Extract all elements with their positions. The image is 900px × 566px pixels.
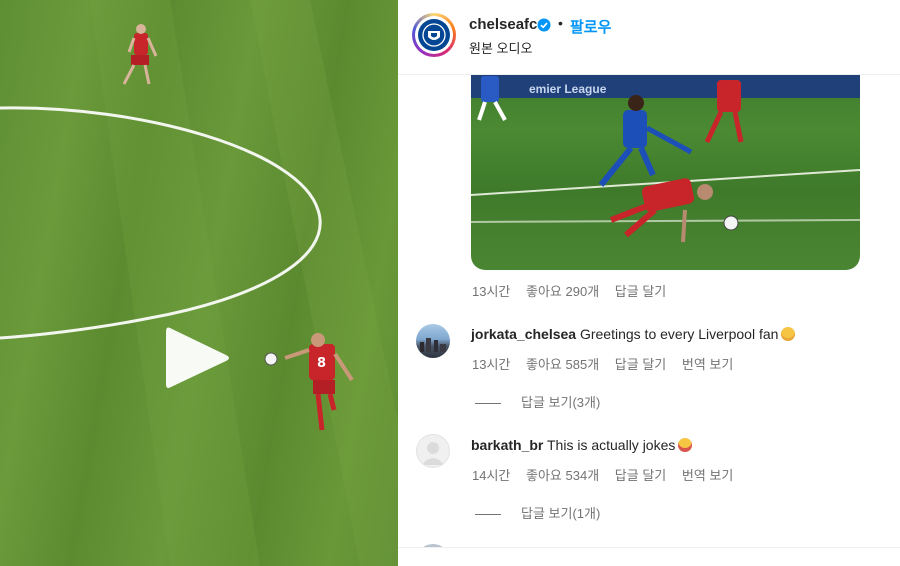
comment-1-username[interactable]: jorkata_chelsea — [471, 326, 576, 342]
football — [264, 352, 278, 366]
comments-bottom-divider — [398, 547, 900, 566]
caption-likes[interactable]: 좋아요 290개 — [526, 284, 599, 299]
verified-badge-icon — [537, 18, 551, 32]
caption-reply-button[interactable]: 답글 달기 — [615, 284, 666, 299]
player-shirt-number: 8 — [317, 356, 326, 371]
comment-1-meta: 13시간 좋아요 585개 답글 달기 번역 보기 — [472, 354, 745, 373]
comment-avatar-barkath[interactable] — [416, 434, 450, 468]
reel-video-player[interactable]: 8 — [0, 0, 398, 566]
author-username[interactable]: chelseafc — [469, 16, 537, 33]
comment-avatar-jorkata[interactable] — [416, 324, 450, 358]
default-avatar-icon — [422, 442, 444, 465]
comment-1-view-replies-label: 답글 보기(3개) — [521, 395, 601, 410]
smiling-face-icon — [781, 327, 796, 341]
match-scene-graphic — [471, 76, 860, 243]
replies-divider — [475, 514, 501, 516]
chelsea-crest-icon — [418, 19, 450, 51]
comment-1: jorkata_chelsea Greetings to every Liver… — [471, 326, 796, 342]
comment-2-view-replies[interactable]: 답글 보기(1개) — [475, 503, 600, 522]
laughing-face-icon — [678, 438, 693, 452]
comment-2-view-replies-label: 답글 보기(1개) — [521, 506, 601, 521]
comment-1-view-replies[interactable]: 답글 보기(3개) — [475, 392, 600, 411]
comment-1-likes[interactable]: 좋아요 585개 — [526, 357, 599, 372]
follow-button[interactable]: 팔로우 — [570, 16, 611, 37]
caption-meta: 13시간 좋아요 290개 답글 달기 — [472, 281, 678, 300]
comment-1-translate-button[interactable]: 번역 보기 — [682, 357, 733, 372]
comment-2-time[interactable]: 14시간 — [472, 468, 510, 483]
comment-2-text: This is actually jokes — [547, 437, 676, 453]
comment-1-time[interactable]: 13시간 — [472, 357, 510, 372]
play-icon — [166, 327, 229, 388]
comment-2-likes[interactable]: 좋아요 534개 — [526, 468, 599, 483]
play-button[interactable] — [162, 322, 232, 394]
comment-1-reply-button[interactable]: 답글 달기 — [615, 357, 666, 372]
pitch-graphic: 8 — [0, 0, 398, 566]
separator-dot: • — [558, 15, 563, 31]
comment-2-translate-button[interactable]: 번역 보기 — [682, 468, 733, 483]
post-header: chelseafc • 팔로우 원본 오디오 — [398, 0, 900, 75]
post-sidebar: emier League chelseafc • 팔로우 원본 오디오 13시간… — [398, 0, 900, 566]
comment-2-username[interactable]: barkath_br — [471, 437, 543, 453]
original-audio-link[interactable]: 원본 오디오 — [469, 38, 532, 57]
replies-divider — [475, 403, 501, 405]
author-avatar[interactable] — [412, 13, 456, 57]
embedded-match-image: emier League — [471, 70, 860, 270]
caption-time[interactable]: 13시간 — [472, 284, 510, 299]
comment-2: barkath_br This is actually jokes — [471, 437, 693, 453]
comment-2-reply-button[interactable]: 답글 달기 — [615, 468, 666, 483]
comment-1-text: Greetings to every Liverpool fan — [579, 326, 779, 342]
comment-2-meta: 14시간 좋아요 534개 답글 달기 번역 보기 — [472, 465, 745, 484]
